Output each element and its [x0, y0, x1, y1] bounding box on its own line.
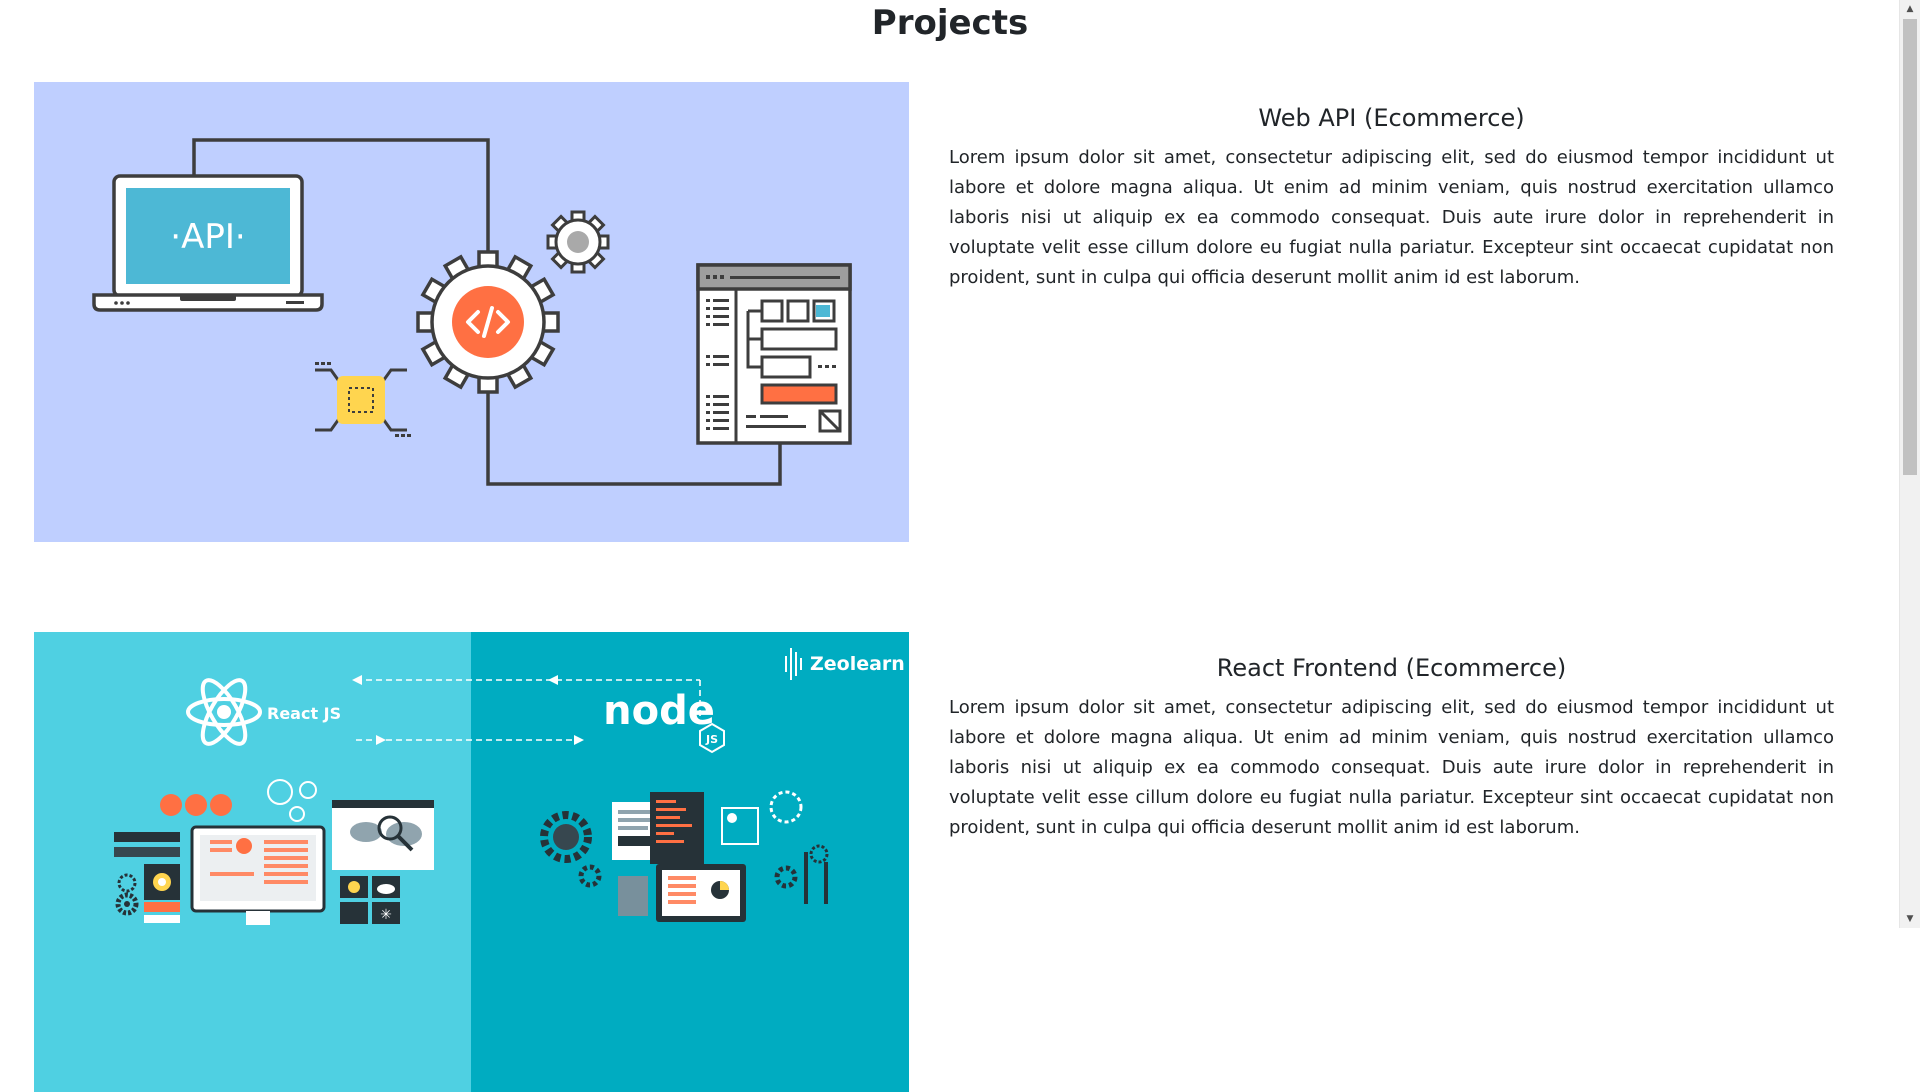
- scroll-up-arrow-icon[interactable]: ▲: [1900, 0, 1920, 18]
- project-description: Lorem ipsum dolor sit amet, consectetur …: [949, 147, 1834, 288]
- world-map-icon: [332, 800, 434, 870]
- svg-text:✳: ✳: [380, 907, 392, 923]
- page-title: Projects: [871, 3, 1029, 43]
- project-description: Lorem ipsum dolor sit amet, consectetur …: [949, 697, 1834, 838]
- react-label: React JS: [267, 704, 341, 723]
- browser-window-icon: [696, 263, 852, 445]
- project-image-web-api: ·API·: [34, 82, 909, 542]
- orange-circles-icon: [160, 794, 232, 816]
- scrollbar-thumb[interactable]: [1903, 19, 1917, 475]
- vertical-scrollbar[interactable]: ▲ ▼: [1899, 0, 1920, 928]
- monitor-icon: [190, 825, 326, 925]
- project-info-react-frontend: React Frontend (Ecommerce) Lorem ipsum d…: [949, 652, 1834, 843]
- project-info-web-api: Web API (Ecommerce) Lorem ipsum dolor si…: [949, 102, 1834, 293]
- project-title: React Frontend (Ecommerce): [1216, 654, 1567, 682]
- project-image-react-frontend: Zeolearn React JS node JS ✳: [34, 632, 909, 1092]
- project-title: Web API (Ecommerce): [1258, 104, 1525, 132]
- node-label: node: [603, 688, 715, 734]
- laptop-screen-label: ·API·: [170, 217, 245, 257]
- scroll-down-arrow-icon[interactable]: ▼: [1900, 910, 1920, 928]
- small-gear-icon: [546, 210, 610, 274]
- js-badge: JS: [705, 733, 718, 746]
- zeolearn-brand-label: Zeolearn: [810, 653, 905, 675]
- laptop-icon: ·API·: [92, 174, 324, 312]
